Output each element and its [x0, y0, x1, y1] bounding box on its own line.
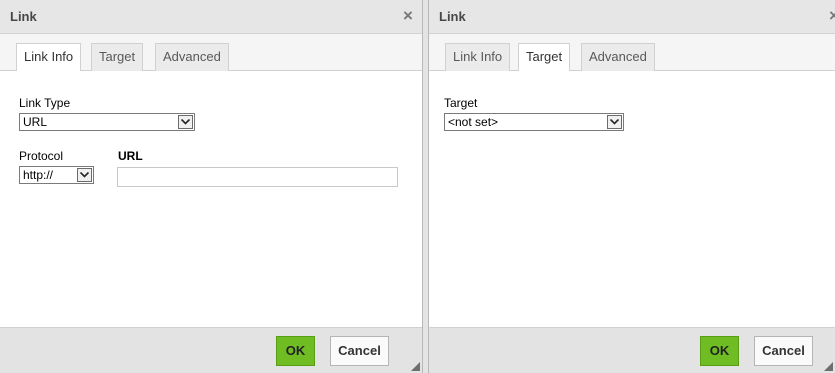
- cancel-button[interactable]: Cancel: [330, 336, 389, 366]
- link-type-value: URL: [23, 115, 48, 129]
- target-select[interactable]: <not set>: [444, 113, 624, 131]
- close-icon[interactable]: ×: [826, 7, 835, 24]
- link-dialog-link-info: Link × Link Info Target Advanced Link Ty…: [0, 0, 423, 373]
- chevron-down-icon[interactable]: [178, 115, 193, 129]
- chevron-down-icon[interactable]: [607, 115, 622, 129]
- link-type-select[interactable]: URL: [19, 113, 195, 131]
- resize-handle-icon[interactable]: [411, 362, 420, 371]
- dialog-body: Target <not set>: [429, 71, 835, 327]
- protocol-select[interactable]: http://: [19, 166, 94, 184]
- ok-button[interactable]: OK: [700, 336, 739, 366]
- ok-button[interactable]: OK: [276, 336, 315, 366]
- url-input[interactable]: [117, 167, 398, 187]
- dialog-titlebar[interactable]: Link ×: [429, 0, 835, 34]
- dialog-title: Link: [439, 9, 466, 24]
- dialog-body: Link Type URL Protocol URL http://: [0, 71, 422, 327]
- target-value: <not set>: [448, 115, 499, 129]
- chevron-down-icon[interactable]: [77, 168, 92, 182]
- dialog-titlebar[interactable]: Link ×: [0, 0, 422, 34]
- url-label: URL: [118, 149, 143, 163]
- tab-target[interactable]: Target: [518, 43, 571, 72]
- target-label: Target: [444, 96, 478, 110]
- tab-bar: Link Info Target Advanced: [429, 34, 835, 72]
- protocol-label: Protocol: [19, 149, 64, 163]
- resize-handle-icon[interactable]: [824, 362, 833, 371]
- dialog-footer: OK Cancel: [0, 327, 422, 373]
- cancel-button[interactable]: Cancel: [754, 336, 813, 366]
- dialog-title: Link: [10, 9, 37, 24]
- tab-advanced[interactable]: Advanced: [581, 43, 655, 71]
- tab-target[interactable]: Target: [91, 43, 144, 71]
- tab-bar: Link Info Target Advanced: [0, 34, 422, 72]
- close-icon[interactable]: ×: [400, 7, 416, 24]
- tab-advanced[interactable]: Advanced: [155, 43, 229, 71]
- link-dialog-target: Link × Link Info Target Advanced Target …: [428, 0, 835, 373]
- protocol-value: http://: [23, 168, 54, 182]
- tab-link-info[interactable]: Link Info: [16, 43, 82, 72]
- tab-link-info[interactable]: Link Info: [445, 43, 511, 71]
- dialog-footer: OK Cancel: [429, 327, 835, 373]
- link-type-label: Link Type: [19, 96, 71, 110]
